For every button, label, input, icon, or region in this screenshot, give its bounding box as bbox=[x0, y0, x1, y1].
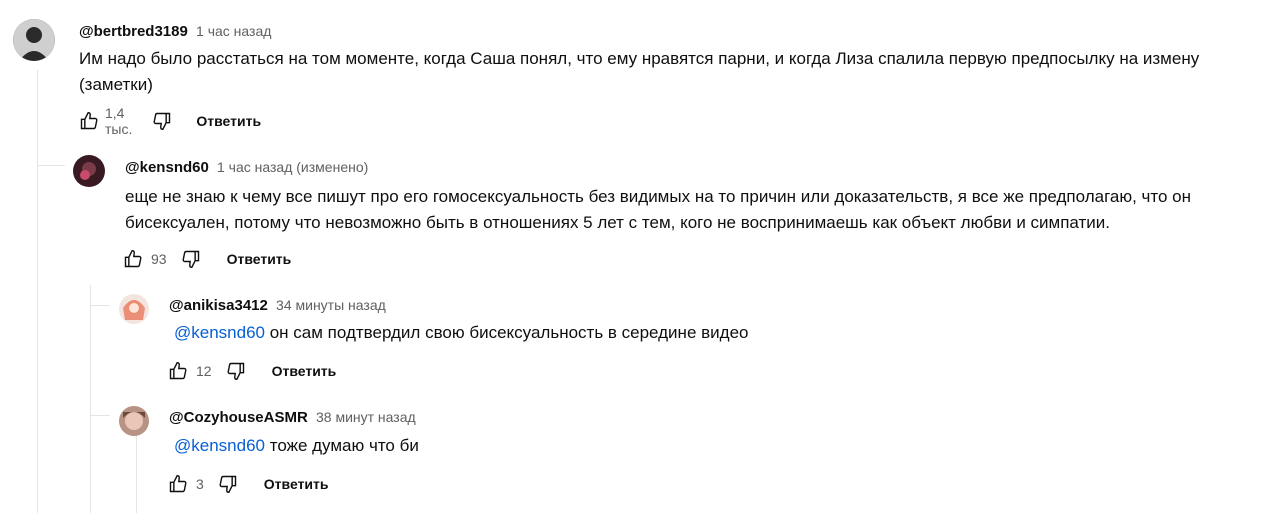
mention-link[interactable]: @kensnd60 bbox=[174, 323, 265, 342]
comment-author[interactable]: @bertbred3189 bbox=[79, 23, 188, 40]
dislike-icon[interactable] bbox=[224, 359, 248, 383]
reply-button[interactable]: Ответить bbox=[264, 476, 329, 492]
comment-header: @kensnd60 1 час назад (изменено) bbox=[125, 157, 368, 178]
avatar[interactable] bbox=[13, 19, 55, 61]
comment-text: Им надо было расстаться на том моменте, … bbox=[79, 49, 1200, 94]
comment-author[interactable]: @kensnd60 bbox=[125, 159, 209, 176]
comment-text: @kensnd60 он сам подтвердил свою бисексу… bbox=[174, 320, 1254, 346]
like-count: 3 bbox=[196, 476, 204, 492]
reply-button[interactable]: Ответить bbox=[227, 251, 292, 267]
comment-time[interactable]: 1 час назад bbox=[196, 23, 271, 39]
comment-header: @CozyhouseASMR 38 минут назад bbox=[169, 407, 416, 428]
thread-line bbox=[136, 435, 137, 513]
avatar[interactable] bbox=[73, 155, 105, 187]
like-icon[interactable] bbox=[79, 109, 99, 133]
comment-text-body: тоже думаю что би bbox=[265, 436, 419, 455]
thread-connector bbox=[90, 305, 110, 306]
comment-header: @bertbred3189 1 час назад bbox=[79, 21, 271, 42]
reply-button[interactable]: Ответить bbox=[196, 113, 261, 129]
mention-link[interactable]: @kensnd60 bbox=[174, 436, 265, 455]
comment-author[interactable]: @CozyhouseASMR bbox=[169, 409, 308, 426]
like-count: 1,4 тыс. bbox=[105, 105, 133, 137]
thread-line bbox=[37, 70, 38, 513]
dislike-icon[interactable] bbox=[179, 247, 203, 271]
comment-actions: 93 Ответить bbox=[121, 247, 291, 271]
comment-actions: 3 Ответить bbox=[166, 472, 329, 496]
like-count: 12 bbox=[196, 363, 212, 379]
comment-text: @kensnd60 тоже думаю что би bbox=[174, 433, 1254, 459]
avatar[interactable] bbox=[119, 294, 149, 324]
thread-connector bbox=[37, 165, 65, 166]
like-icon[interactable] bbox=[121, 247, 145, 271]
like-count: 93 bbox=[151, 251, 167, 267]
comment-author[interactable]: @anikisa3412 bbox=[169, 297, 268, 314]
thread-line bbox=[90, 285, 91, 513]
comment-actions: 1,4 тыс. Ответить bbox=[79, 105, 261, 137]
comment-text: еще не знаю к чему все пишут про его гом… bbox=[125, 187, 1192, 232]
thread-connector bbox=[90, 415, 110, 416]
comment-text-body: он сам подтвердил свою бисексуальность в… bbox=[265, 323, 749, 342]
dislike-icon[interactable] bbox=[216, 472, 240, 496]
dislike-icon[interactable] bbox=[152, 109, 172, 133]
comment-time[interactable]: 34 минуты назад bbox=[276, 297, 386, 313]
reply-button[interactable]: Ответить bbox=[272, 363, 337, 379]
comment-actions: 12 Ответить bbox=[166, 359, 336, 383]
like-icon[interactable] bbox=[166, 472, 190, 496]
avatar[interactable] bbox=[119, 406, 149, 436]
comment-header: @anikisa3412 34 минуты назад bbox=[169, 295, 386, 316]
like-icon[interactable] bbox=[166, 359, 190, 383]
comment-time[interactable]: 38 минут назад bbox=[316, 409, 416, 425]
comment-time[interactable]: 1 час назад (изменено) bbox=[217, 159, 368, 175]
